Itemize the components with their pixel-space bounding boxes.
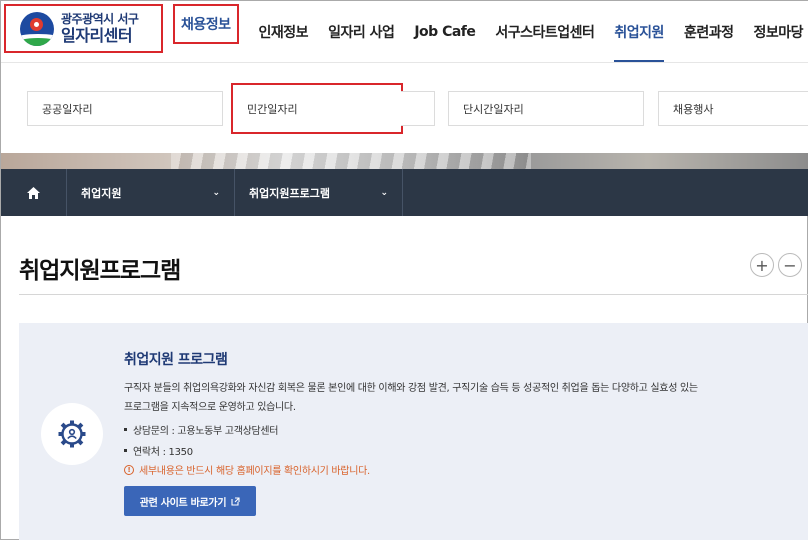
main-nav: 채용정보 인재정보 일자리 사업 Job Cafe 서구스타트업센터 취업지원 … [173, 1, 808, 63]
location-depth2[interactable]: 취업지원프로그램 ⌄ [235, 169, 403, 216]
location-depth1[interactable]: 취업지원 ⌄ [67, 169, 235, 216]
related-site-button[interactable]: 관련 사이트 바로가기 [124, 486, 256, 516]
location-depth1-label: 취업지원 [81, 186, 122, 200]
chevron-down-icon: ⌄ [380, 187, 388, 198]
nav-item-employment-support[interactable]: 취업지원 [614, 1, 664, 63]
contact-text: 상담문의 : 고용노동부 고객상담센터 [133, 426, 279, 437]
program-card: 취업지원 프로그램 구직자 분들의 취업의욕강화와 자신감 회복은 물론 본인에… [19, 323, 808, 540]
city-emblem-icon [20, 11, 54, 46]
title-divider [19, 294, 808, 295]
zoom-in-button[interactable]: + [750, 253, 774, 277]
nav-item-info[interactable]: 정보마당 [753, 1, 803, 63]
site-logo[interactable]: 광주광역시 서구 일자리센터 [4, 4, 163, 53]
program-desc-line1: 구직자 분들의 취업의욕강화와 자신감 회복은 물론 본인에 대한 이해와 강점… [124, 383, 698, 394]
program-icon-wrap [41, 403, 103, 465]
nav-item-jobs[interactable]: 채용정보 [173, 4, 239, 44]
submenu-short-time-jobs[interactable]: 단시간일자리 [448, 91, 644, 126]
nav-item-job-projects[interactable]: 일자리 사업 [328, 1, 395, 63]
logo-text: 광주광역시 서구 일자리센터 [61, 12, 139, 45]
phone-text: 연락처 : 1350 [133, 447, 193, 458]
nav-item-training[interactable]: 훈련과정 [684, 1, 734, 63]
notice-item: ! 세부내용은 반드시 해당 홈페이지를 확인하시기 바랍니다. [124, 462, 370, 477]
phone-item: 연락처 : 1350 [124, 443, 193, 458]
info-icon: ! [124, 464, 134, 475]
nav-item-talent[interactable]: 인재정보 [259, 1, 309, 63]
program-description: 구직자 분들의 취업의욕강화와 자신감 회복은 물론 본인에 대한 이해와 강점… [124, 379, 784, 417]
logo-title: 일자리센터 [61, 26, 133, 45]
page-title: 취업지원프로그램 [19, 258, 181, 284]
logo-subtitle: 광주광역시 서구 [61, 12, 139, 26]
nav-item-job-cafe[interactable]: Job Cafe [414, 1, 476, 63]
program-title: 취업지원 프로그램 [124, 352, 228, 368]
notice-text: 세부내용은 반드시 해당 홈페이지를 확인하시기 바랍니다. [139, 466, 370, 477]
person-gear-icon [58, 420, 86, 448]
home-button[interactable] [1, 169, 67, 216]
contact-item: 상담문의 : 고용노동부 고객상담센터 [124, 422, 279, 437]
location-depth2-label: 취업지원프로그램 [249, 186, 330, 200]
bullet-icon [124, 428, 127, 431]
submenu-recruit-events[interactable]: 채용행사 [658, 91, 808, 126]
related-site-label: 관련 사이트 바로가기 [139, 497, 227, 509]
chevron-down-icon: ⌄ [212, 187, 220, 198]
site-header: 광주광역시 서구 일자리센터 채용정보 인재정보 일자리 사업 Job Cafe… [1, 1, 808, 63]
bullet-icon [124, 449, 127, 452]
submenu-private-jobs[interactable]: 민간일자리 [231, 83, 403, 134]
submenu-public-jobs[interactable]: 공공일자리 [27, 91, 223, 126]
external-link-icon [231, 496, 240, 506]
program-desc-line2: 프로그램을 지속적으로 운영하고 있습니다. [124, 402, 296, 413]
submenu-private-jobs-tail [401, 91, 435, 126]
home-icon [27, 186, 40, 199]
location-bar: 취업지원 ⌄ 취업지원프로그램 ⌄ [1, 169, 808, 216]
visual-banner [1, 153, 808, 169]
zoom-out-button[interactable]: − [778, 253, 802, 277]
submenu-row: 공공일자리 민간일자리 단시간일자리 채용행사 [1, 63, 808, 153]
nav-item-startup-center[interactable]: 서구스타트업센터 [495, 1, 595, 63]
